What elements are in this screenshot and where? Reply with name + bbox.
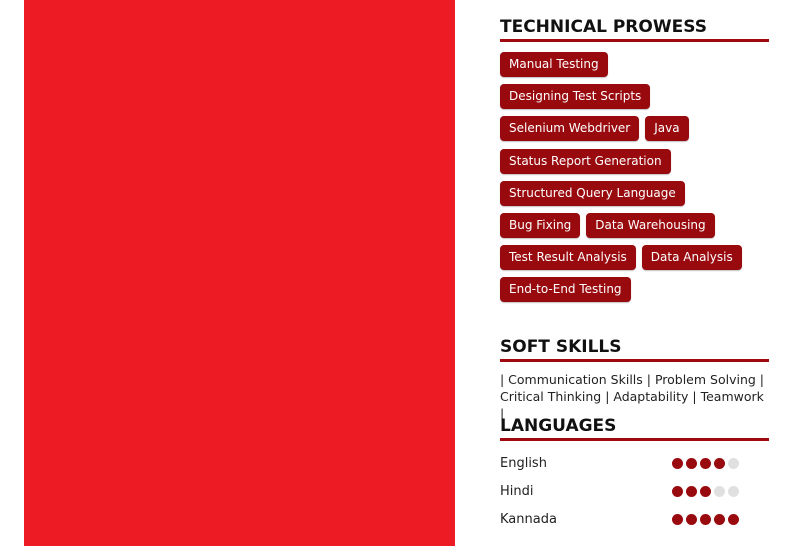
rating-dot-filled-icon xyxy=(728,513,739,525)
rating-dot-filled-icon xyxy=(672,485,683,497)
skill-tag: Data Analysis xyxy=(641,245,742,271)
rating-dot-filled-icon xyxy=(672,457,683,469)
rating-dot-filled-icon xyxy=(686,513,697,525)
soft-skills-list: | Communication Skills | Problem Solving… xyxy=(500,371,770,422)
rating-dot-empty-icon xyxy=(728,457,739,469)
technical-skill-tags: Manual Testing Designing Test Scripts Sele… xyxy=(500,52,770,310)
skill-tag-row: Bug Fixing Data Warehousing xyxy=(500,212,770,238)
skill-tag-row: Selenium Webdriver Java xyxy=(500,116,770,142)
language-name: English xyxy=(500,455,547,471)
skill-tag: Bug Fixing xyxy=(500,212,581,238)
soft-skills-line: | Communication Skills | Problem Solving… xyxy=(500,372,764,387)
language-row: Hindi xyxy=(500,477,770,505)
language-name: Kannada xyxy=(500,511,557,527)
rating-dot-filled-icon xyxy=(700,457,711,469)
language-rating xyxy=(672,457,739,469)
rating-dot-filled-icon xyxy=(714,457,725,469)
language-name: Hindi xyxy=(500,483,534,499)
rating-dot-filled-icon xyxy=(714,513,725,525)
language-rating xyxy=(672,485,739,497)
rating-dot-filled-icon xyxy=(700,485,711,497)
skill-tag: Selenium Webdriver xyxy=(500,116,640,142)
languages-heading: LANGUAGES xyxy=(500,416,769,441)
language-row: English xyxy=(500,449,770,477)
skill-tag: Manual Testing xyxy=(500,52,608,77)
skill-tag: Status Report Generation xyxy=(500,148,671,174)
rating-dot-empty-icon xyxy=(728,485,739,497)
skill-tag: Designing Test Scripts xyxy=(500,84,651,110)
skill-tag-row: Status Report Generation xyxy=(500,148,770,174)
skill-tag: Java xyxy=(645,116,689,142)
skill-tag-row: Manual Testing xyxy=(500,52,770,77)
languages-list: English Hindi Kannada xyxy=(500,449,770,533)
skill-tag: End-to-End Testing xyxy=(500,277,631,303)
skill-tag: Test Result Analysis xyxy=(500,245,636,271)
language-row: Kannada xyxy=(500,505,770,533)
rating-dot-empty-icon xyxy=(714,485,725,497)
rating-dot-filled-icon xyxy=(700,513,711,525)
profile-photo-panel xyxy=(24,0,455,546)
skill-tag-row: Test Result Analysis Data Analysis xyxy=(500,245,770,271)
rating-dot-filled-icon xyxy=(672,513,683,525)
rating-dot-filled-icon xyxy=(686,457,697,469)
skill-tag-row: Structured Query Language xyxy=(500,180,770,206)
skill-tag-row: End-to-End Testing xyxy=(500,277,770,303)
skill-tag: Structured Query Language xyxy=(500,180,685,206)
language-rating xyxy=(672,513,739,525)
skill-tag-row: Designing Test Scripts xyxy=(500,84,770,110)
rating-dot-filled-icon xyxy=(686,485,697,497)
soft-skills-heading: SOFT SKILLS xyxy=(500,337,769,362)
skill-tag: Data Warehousing xyxy=(586,212,715,238)
technical-prowess-heading: TECHNICAL PROWESS xyxy=(500,17,769,42)
